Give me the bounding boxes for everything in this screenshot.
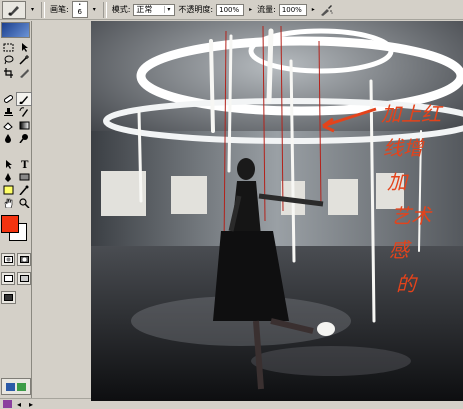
tool-clone-stamp[interactable] — [1, 106, 15, 118]
tool-slice[interactable] — [17, 67, 31, 79]
tool-history-brush[interactable] — [17, 106, 31, 118]
toolbox: T — [0, 21, 32, 409]
magic-wand-icon — [18, 55, 29, 65]
eyedropper-icon — [18, 185, 28, 195]
annotation-overlay: 加上红 线增 加 艺术 感 的 — [322, 102, 447, 296]
eraser-icon — [2, 122, 13, 130]
standard-mode-icon — [3, 256, 13, 263]
gradient-icon — [19, 121, 29, 130]
photoshop-logo[interactable] — [1, 22, 30, 38]
brush-picker[interactable]: • 6 — [71, 1, 88, 18]
divider — [102, 1, 107, 18]
svg-text:T: T — [21, 160, 29, 169]
annotation-line-1: 加上红 线增 加 艺术 感 的 — [381, 102, 447, 296]
tool-eraser[interactable] — [1, 119, 15, 131]
opacity-input[interactable]: 100% — [216, 3, 245, 16]
stamp-icon — [3, 108, 13, 116]
brush-label: 画笔: — [50, 5, 69, 14]
imageready-jump-button[interactable] — [1, 378, 31, 395]
tool-eyedropper[interactable] — [17, 184, 31, 196]
quick-mask-icon — [19, 256, 29, 263]
quick-mask-mode-button[interactable] — [17, 253, 31, 266]
divider — [41, 1, 45, 18]
bandage-icon — [3, 95, 13, 103]
screen-modes — [0, 272, 31, 285]
airbrush-toggle[interactable] — [320, 3, 334, 17]
tool-magic-wand[interactable] — [17, 54, 31, 66]
tool-brush[interactable] — [16, 92, 32, 106]
move-icon — [21, 43, 28, 52]
quick-mask-modes — [0, 253, 31, 266]
tool-preset-dropdown-arrow[interactable]: ▾ — [29, 2, 36, 18]
flow-input[interactable]: 100% — [278, 3, 307, 16]
tool-hand[interactable] — [1, 197, 15, 209]
tool-pen[interactable] — [1, 171, 15, 183]
tool-zoom[interactable] — [17, 197, 31, 209]
options-bar: ▾ 画笔: • 6 ▾ 模式: 正常 ▾ 不透明度: 100% ▸ 流量: 10… — [0, 0, 463, 20]
standard-mode-button[interactable] — [1, 253, 15, 266]
mode-value: 正常 — [136, 5, 153, 14]
tool-dodge[interactable] — [17, 132, 31, 144]
tool-lasso[interactable] — [1, 54, 15, 66]
foreground-color-swatch[interactable] — [1, 215, 19, 233]
tool-blur[interactable] — [1, 132, 15, 144]
opacity-label: 不透明度: — [178, 5, 214, 14]
screen-mode-full-menu[interactable] — [17, 272, 31, 285]
nav-left-icon[interactable]: ◂ — [14, 400, 24, 409]
tool-move[interactable] — [17, 41, 31, 53]
status-bar: ◂ ▸ — [0, 398, 91, 409]
notes-icon — [3, 185, 13, 195]
brush-dropdown-arrow[interactable]: ▾ — [91, 2, 98, 18]
tool-notes[interactable] — [1, 184, 15, 196]
pen-icon — [4, 173, 11, 182]
tool-marquee[interactable] — [1, 41, 15, 53]
opacity-slider-arrow[interactable]: ▸ — [247, 4, 254, 16]
tool-gradient[interactable] — [17, 119, 31, 131]
nav-right-icon[interactable]: ▸ — [26, 400, 36, 409]
marquee-icon — [3, 43, 13, 51]
chevron-down-icon: ▾ — [164, 6, 172, 13]
flow-label: 流量: — [257, 5, 276, 14]
slice-icon — [19, 69, 29, 78]
screen-mode-full[interactable] — [1, 291, 16, 304]
mode-select[interactable]: 正常 ▾ — [133, 3, 176, 16]
tool-crop[interactable] — [1, 67, 15, 79]
screen-modes-2 — [0, 291, 31, 304]
window-icon — [19, 275, 29, 282]
brush-size-value: 6 — [77, 8, 82, 16]
dodge-icon — [18, 134, 28, 143]
window-icon — [4, 294, 13, 301]
tool-type[interactable]: T — [17, 158, 31, 170]
airbrush-icon — [321, 4, 333, 16]
annotation-arrow — [322, 107, 377, 133]
mode-label: 模式: — [111, 5, 131, 14]
lasso-icon — [4, 55, 13, 65]
flow-slider-arrow[interactable]: ▸ — [310, 4, 317, 16]
hand-icon — [4, 198, 12, 208]
tool-path-selection[interactable] — [1, 158, 15, 170]
brush-preset-icon — [8, 5, 19, 16]
path-selection-icon — [5, 160, 12, 169]
imageready-jump-icon — [6, 382, 26, 391]
tool-preset-picker[interactable] — [2, 0, 26, 19]
tool-shape[interactable] — [17, 171, 31, 183]
type-icon: T — [21, 160, 29, 169]
rectangle-shape-icon — [19, 173, 29, 181]
history-brush-icon — [19, 107, 28, 117]
tool-healing-brush[interactable] — [1, 93, 15, 105]
window-icon — [3, 275, 13, 282]
blur-drop-icon — [4, 134, 11, 143]
document-canvas[interactable]: 加上红 线增 加 艺术 感 的 — [91, 21, 463, 401]
color-swatches — [0, 213, 31, 247]
crop-icon — [3, 68, 13, 78]
ps-icon[interactable] — [2, 400, 12, 409]
brush-icon — [19, 96, 28, 104]
screen-mode-standard[interactable] — [1, 272, 15, 285]
zoom-icon — [18, 198, 30, 208]
